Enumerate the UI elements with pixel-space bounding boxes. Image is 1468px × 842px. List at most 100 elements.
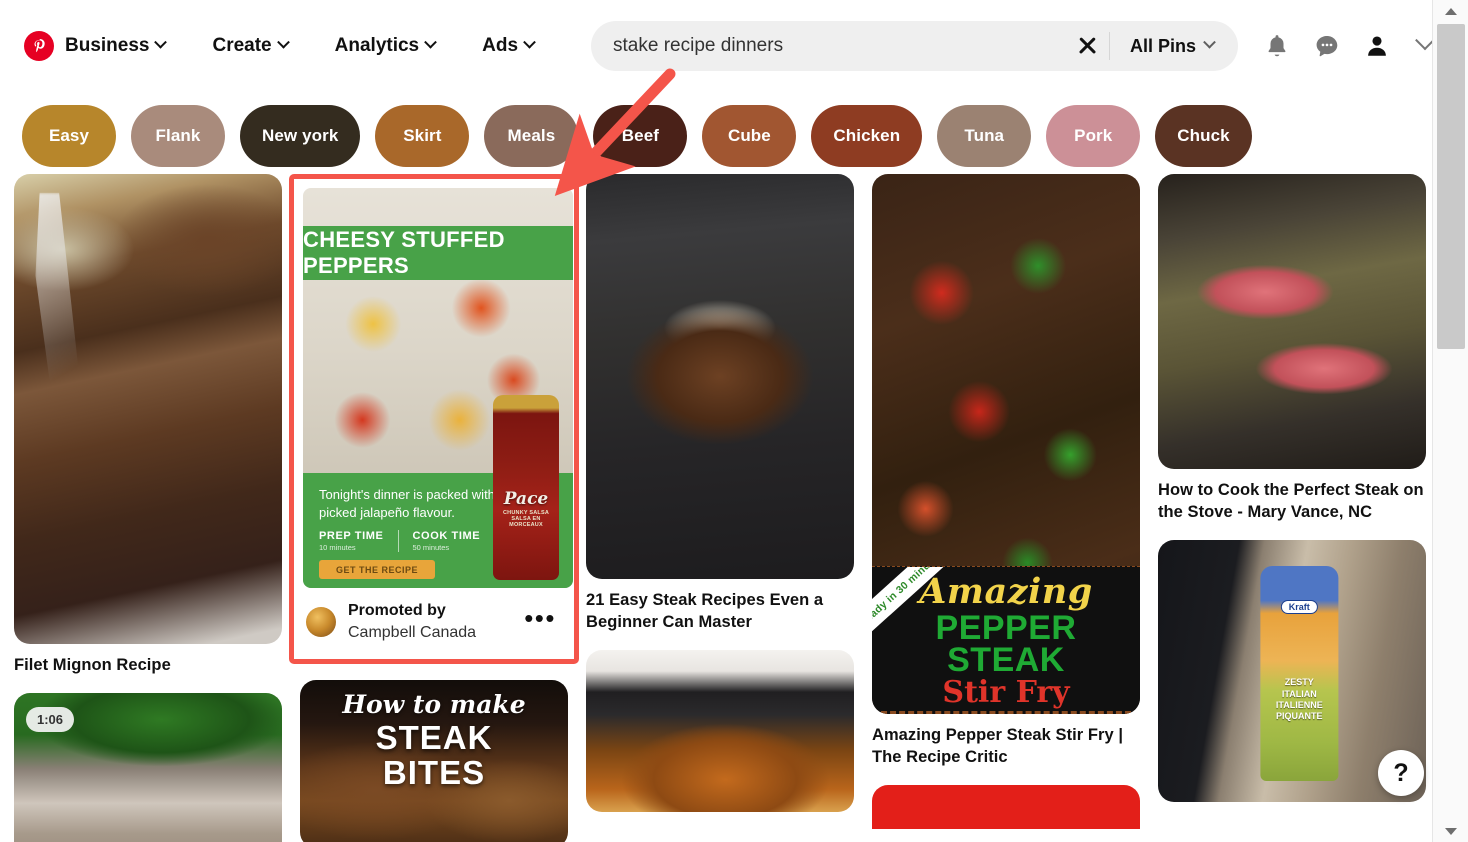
search-bar[interactable]: All Pins xyxy=(591,21,1238,71)
grid-column-4: Ready in 30 minutes Amazing PEPPER STEAK… xyxy=(872,174,1140,842)
pin-image-overlay-text: How to make STEAK BITES xyxy=(300,680,568,842)
chip-flank[interactable]: Flank xyxy=(131,105,225,167)
pin-image[interactable] xyxy=(586,174,854,579)
banner-sub-line: Stir Fry xyxy=(942,674,1070,710)
kraft-label-line-4: PIQUANTE xyxy=(1276,711,1323,722)
pin-title: How to Cook the Perfect Steak on the Sto… xyxy=(1158,481,1424,521)
nav-ads[interactable]: Ads xyxy=(482,35,536,57)
scrollbar-thumb[interactable] xyxy=(1437,24,1465,349)
steak-bites-script-line: How to make xyxy=(342,689,526,719)
scroll-down-arrow-icon[interactable] xyxy=(1433,820,1468,842)
pin-image[interactable] xyxy=(586,649,854,812)
more-options-ellipsis-icon[interactable]: ••• xyxy=(524,605,562,633)
prep-time-value: 10 minutes xyxy=(319,543,356,553)
pin-image[interactable]: How to make STEAK BITES xyxy=(300,679,568,842)
grid-column-2: CHEESY STUFFED PEPPERS Tonight's dinner … xyxy=(289,174,579,842)
grid-column-3: 21 Easy Steak Recipes Even a Beginner Ca… xyxy=(586,174,854,842)
chip-new-york[interactable]: New york xyxy=(240,105,361,167)
chip-chicken[interactable]: Chicken xyxy=(811,105,923,167)
advertiser-avatar[interactable] xyxy=(306,607,336,638)
steak-bites-line-1: STEAK xyxy=(375,718,493,756)
nav-analytics[interactable]: Analytics xyxy=(334,35,437,57)
pin-image[interactable] xyxy=(872,784,1140,829)
cook-time-label: COOK TIME xyxy=(412,530,481,543)
scroll-up-arrow-icon[interactable] xyxy=(1433,0,1468,22)
chip-label: Cube xyxy=(727,126,771,145)
chip-cube[interactable]: Cube xyxy=(702,105,797,167)
video-duration-badge: 1:06 xyxy=(26,706,75,732)
pin-image[interactable] xyxy=(14,174,282,644)
kraft-label-line-3: ITALIENNE xyxy=(1275,699,1323,710)
pin-red-card[interactable] xyxy=(872,784,1140,829)
chip-pork[interactable]: Pork xyxy=(1046,105,1141,167)
chip-label: Easy xyxy=(48,126,90,145)
pin-filet-mignon[interactable]: Filet Mignon Recipe xyxy=(14,174,282,677)
grid-column-5: How to Cook the Perfect Steak on the Sto… xyxy=(1158,174,1426,842)
vertical-scrollbar[interactable] xyxy=(1432,0,1468,842)
messages-chat-icon[interactable] xyxy=(1312,31,1342,61)
nav-create-label: Create xyxy=(212,35,272,56)
chip-label: Skirt xyxy=(403,126,442,145)
pin-image[interactable]: 1:06 xyxy=(14,692,282,842)
chip-label: Tuna xyxy=(964,126,1005,145)
kraft-brand-badge: Kraft xyxy=(1280,600,1318,615)
chip-chuck[interactable]: Chuck xyxy=(1155,105,1252,167)
pin-image[interactable] xyxy=(1158,174,1426,469)
chip-label: New york xyxy=(262,126,339,145)
steak-bites-line-2: BITES xyxy=(382,754,486,792)
nav-business[interactable]: Business xyxy=(65,35,168,57)
chip-tuna[interactable]: Tuna xyxy=(937,105,1032,167)
promoted-overlay-title: CHEESY STUFFED PEPPERS xyxy=(303,227,505,278)
kraft-bottle-image: Kraft ZESTY ITALIAN ITALIENNE PIQUANTE xyxy=(1260,565,1339,781)
pin-steak-bites[interactable]: How to make STEAK BITES xyxy=(300,679,568,842)
notifications-bell-icon[interactable] xyxy=(1262,31,1292,61)
pin-21-easy-steak-recipes[interactable]: 21 Easy Steak Recipes Even a Beginner Ca… xyxy=(586,174,854,634)
nav-business-label: Business xyxy=(65,35,150,56)
pace-salsa-bottle-image: Pace CHUNKY SALSA SALSA EN MORCEAUX xyxy=(493,395,559,580)
category-chip-row: Easy Flank New york Skirt Meals Beef Cub… xyxy=(22,104,1412,168)
product-name: Pace xyxy=(503,489,549,510)
pin-skillet-steak[interactable] xyxy=(586,649,854,812)
chip-label: Pork xyxy=(1074,126,1113,145)
chevron-down-icon xyxy=(1203,35,1216,49)
search-input[interactable] xyxy=(591,35,1071,57)
chevron-down-icon xyxy=(523,35,536,49)
chip-label: Chuck xyxy=(1177,126,1230,145)
kraft-label-line-2: ITALIAN xyxy=(1281,688,1317,699)
help-button[interactable]: ? xyxy=(1378,750,1424,796)
chip-label: Meals xyxy=(507,126,556,145)
chip-easy[interactable]: Easy xyxy=(22,105,116,167)
account-avatar-icon[interactable] xyxy=(1362,31,1392,61)
promoted-pin-highlighted[interactable]: CHEESY STUFFED PEPPERS Tonight's dinner … xyxy=(289,174,579,664)
pin-perfect-steak-stove[interactable]: How to Cook the Perfect Steak on the Sto… xyxy=(1158,174,1426,524)
advertiser-name: Campbell Canada xyxy=(348,624,477,641)
nav-analytics-label: Analytics xyxy=(334,35,420,56)
banner-main-line: PEPPER STEAK xyxy=(935,609,1077,680)
nav-ads-label: Ads xyxy=(482,35,519,56)
promoted-pin-footer: Promoted by Campbell Canada ••• xyxy=(303,588,565,659)
prep-time-label: PREP TIME xyxy=(319,530,384,543)
all-pins-filter[interactable]: All Pins xyxy=(1110,35,1238,57)
chip-label: Flank xyxy=(155,126,201,145)
chip-beef[interactable]: Beef xyxy=(593,105,688,167)
header-icon-group xyxy=(1262,30,1435,61)
promoted-pin-image[interactable]: CHEESY STUFFED PEPPERS Tonight's dinner … xyxy=(303,188,573,588)
top-navigation-bar: Business Create Analytics Ads All Pins xyxy=(0,0,1435,92)
all-pins-label: All Pins xyxy=(1129,35,1196,56)
nav-create[interactable]: Create xyxy=(212,35,290,57)
chip-meals[interactable]: Meals xyxy=(484,105,579,167)
product-subtitle: CHUNKY SALSA SALSA EN MORCEAUX xyxy=(503,510,549,529)
pin-image-overlay-banner: Ready in 30 minutes Amazing PEPPER STEAK… xyxy=(872,566,1140,714)
pin-image[interactable]: Ready in 30 minutes Amazing PEPPER STEAK… xyxy=(872,174,1140,714)
chip-label: Chicken xyxy=(833,126,901,145)
chip-skirt[interactable]: Skirt xyxy=(375,105,470,167)
pinterest-logo-icon[interactable] xyxy=(24,31,54,61)
pin-results-grid: Filet Mignon Recipe 1:06 CHEESY STUFFED … xyxy=(14,174,1434,842)
get-the-recipe-button[interactable]: GET THE RECIPE xyxy=(319,560,435,580)
promoted-overlay-title-band: CHEESY STUFFED PEPPERS xyxy=(303,226,573,280)
clear-search-icon[interactable] xyxy=(1071,29,1105,63)
cook-time-value: 50 minutes xyxy=(412,543,450,553)
divider xyxy=(397,530,399,553)
pin-pepper-steak-stir-fry[interactable]: Ready in 30 minutes Amazing PEPPER STEAK… xyxy=(872,174,1140,769)
pin-green-beans-steak[interactable]: 1:06 xyxy=(14,692,282,842)
